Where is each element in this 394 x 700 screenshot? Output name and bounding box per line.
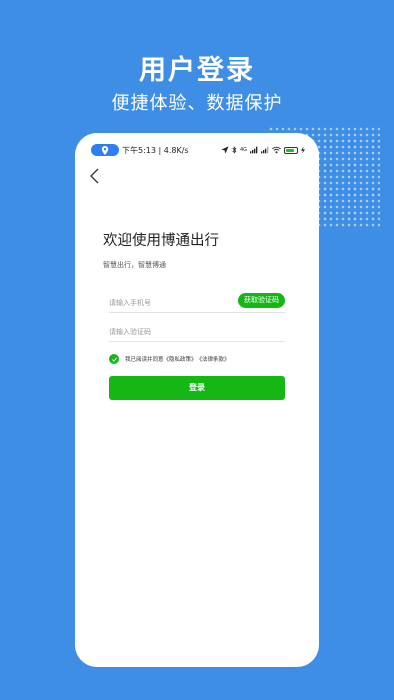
network-type-label: 4G (239, 146, 247, 153)
signal-icon (250, 146, 258, 154)
verification-code-input[interactable] (109, 322, 229, 342)
location-pill (91, 144, 119, 156)
status-bar: 下午5:13 | 4.8K/s 4G (91, 143, 305, 157)
navigation-arrow-icon (221, 146, 229, 154)
chevron-left-icon (90, 168, 99, 184)
status-icons: 4G (221, 146, 305, 154)
battery-icon (284, 146, 298, 154)
login-button[interactable]: 登录 (109, 376, 285, 400)
page-title: 欢迎使用博通出行 (103, 233, 219, 249)
banner-subline: 便捷体验、数据保护 (111, 93, 283, 114)
signal-icon-2 (261, 146, 269, 154)
legal-terms-link[interactable]: 《法律条款》 (197, 355, 230, 363)
phone-number-input[interactable] (109, 293, 229, 313)
location-pin-icon (101, 145, 109, 155)
agreement-row: 我已阅读并同意 《隐私政策》 《法律条款》 (109, 354, 230, 364)
phone-number-field: 获取验证码 (109, 290, 285, 313)
agreement-checkbox[interactable] (109, 354, 119, 364)
get-code-button[interactable]: 获取验证码 (238, 293, 285, 308)
banner-headline: 用户登录 (139, 55, 255, 86)
agreement-text: 我已阅读并同意 (125, 357, 164, 363)
page-slogan: 智慧出行，智慧博通 (103, 261, 166, 269)
bluetooth-icon (232, 146, 237, 154)
phone-screen: 下午5:13 | 4.8K/s 4G 欢迎使用博通出行 智慧出行，智慧博通 请输… (75, 133, 319, 667)
status-time-speed: 下午5:13 | 4.8K/s (122, 145, 189, 155)
charging-icon (301, 146, 305, 154)
privacy-policy-link[interactable]: 《隐私政策》 (164, 355, 197, 363)
back-button[interactable] (89, 168, 101, 184)
check-icon (111, 357, 117, 362)
wifi-icon (272, 146, 281, 154)
verification-code-field (109, 319, 285, 342)
